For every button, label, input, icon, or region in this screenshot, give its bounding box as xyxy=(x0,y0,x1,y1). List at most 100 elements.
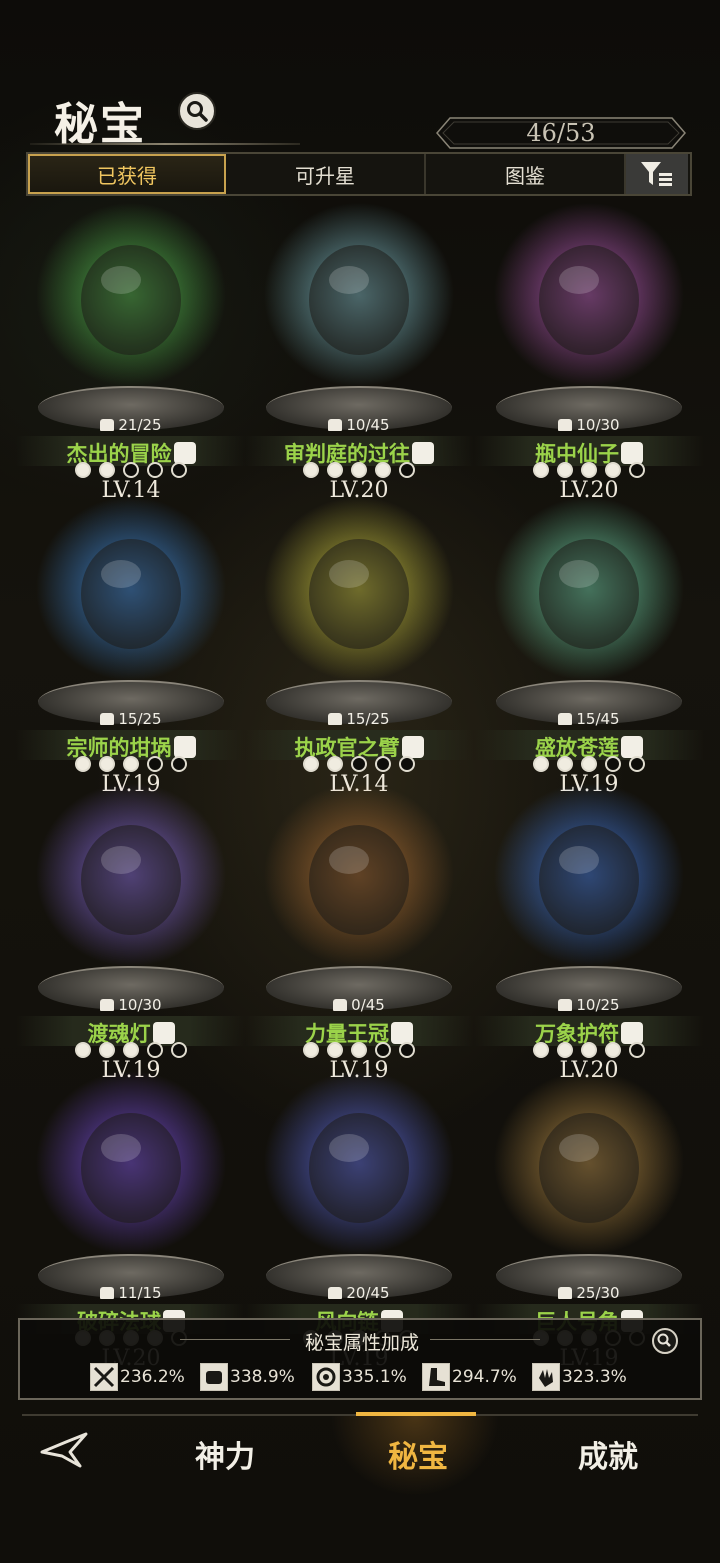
tab-codex[interactable]: 图鉴 xyxy=(426,154,626,194)
fist-icon xyxy=(200,1363,228,1391)
treasure-artwork xyxy=(254,484,464,694)
filter-icon xyxy=(641,162,672,186)
boot-hand-icon xyxy=(152,1022,175,1044)
shard-count: 10/30 xyxy=(16,996,246,1014)
treasure-artwork xyxy=(26,190,236,400)
shard-count: 11/15 xyxy=(16,1284,246,1302)
collection-count: 46/53 xyxy=(526,119,596,147)
treasure-card[interactable]: 21/25 杰出的冒险 LV.14 xyxy=(16,190,246,503)
bonus-title: 秘宝属性加成 xyxy=(304,1332,419,1354)
treasure-card[interactable]: 15/25宗师的坩埚LV.19 xyxy=(16,484,246,797)
star-filled-icon xyxy=(605,1042,621,1058)
treasure-artwork xyxy=(484,484,694,694)
stat-magic: 335.1% xyxy=(312,1362,407,1392)
nav-active-indicator xyxy=(356,1412,476,1416)
fist-swirl-icon xyxy=(173,736,196,758)
star-empty-icon xyxy=(171,1042,187,1058)
shard-count: 20/45 xyxy=(244,1284,474,1302)
fist-icon xyxy=(412,442,434,464)
star-empty-icon xyxy=(375,1042,391,1058)
bonus-detail-button[interactable] xyxy=(652,1328,678,1354)
tab-upgradable[interactable]: 可升星 xyxy=(226,154,426,194)
treasure-artwork xyxy=(254,190,464,400)
game-logo-icon[interactable] xyxy=(40,1430,90,1470)
nav-achievements[interactable]: 成就 xyxy=(578,1432,638,1476)
shard-value: 15/25 xyxy=(346,710,390,728)
stat-strength: 338.9% xyxy=(200,1362,295,1392)
star-filled-icon xyxy=(75,462,91,478)
fist-swirl-icon xyxy=(391,1022,413,1044)
shard-value: 10/45 xyxy=(346,416,390,434)
star-filled-icon xyxy=(375,462,391,478)
star-filled-icon xyxy=(351,1042,367,1058)
attribute-bonus-panel: 秘宝属性加成 236.2% 338.9% 335.1% 294.7% 323.3… xyxy=(18,1318,702,1400)
nav-divine-power[interactable]: 神力 xyxy=(195,1432,255,1476)
treasure-artwork xyxy=(484,1058,694,1268)
treasure-card[interactable]: 25/30巨人号角LV.19 xyxy=(474,1058,704,1371)
shard-value: 11/15 xyxy=(118,1284,162,1302)
star-empty-icon xyxy=(147,1042,163,1058)
star-filled-icon xyxy=(303,462,319,478)
puzzle-piece-icon xyxy=(558,713,573,725)
swords-icon xyxy=(90,1363,118,1391)
shard-value: 10/25 xyxy=(576,996,620,1014)
star-empty-icon xyxy=(629,462,645,478)
shard-count: 10/25 xyxy=(474,996,704,1014)
shard-count: 25/30 xyxy=(474,1284,704,1302)
shard-value: 15/45 xyxy=(576,710,620,728)
treasure-card[interactable]: 10/30 瓶中仙子 LV.20 xyxy=(474,190,704,503)
puzzle-piece-icon xyxy=(558,419,573,431)
filter-button[interactable] xyxy=(626,154,688,194)
shard-count: 15/25 xyxy=(244,710,474,728)
boot-icon xyxy=(173,442,196,464)
title-divider xyxy=(30,143,300,145)
stat-attack: 236.2% xyxy=(90,1362,185,1392)
star-empty-icon xyxy=(399,462,415,478)
treasure-card[interactable]: 15/45盛放苍莲LV.19 xyxy=(474,484,704,797)
treasure-card[interactable]: 15/25执政官之臂LV.14 xyxy=(244,484,474,797)
stat-value: 294.7% xyxy=(452,1367,517,1387)
boot-icon xyxy=(422,1363,450,1391)
treasure-card[interactable]: 10/45 审判庭的过往 LV.20 xyxy=(244,190,474,503)
shard-value: 0/45 xyxy=(351,996,385,1014)
shard-value: 25/30 xyxy=(576,1284,620,1302)
boot-icon xyxy=(401,736,424,758)
stat-speed: 294.7% xyxy=(422,1362,517,1392)
star-filled-icon xyxy=(303,1042,319,1058)
swirl-icon xyxy=(312,1363,340,1391)
shard-count: 0/45 xyxy=(244,996,474,1014)
swirl-boot-icon xyxy=(621,1022,643,1044)
star-empty-icon xyxy=(171,462,187,478)
star-empty-icon xyxy=(123,462,139,478)
star-filled-icon xyxy=(99,1042,115,1058)
tab-obtained[interactable]: 已获得 xyxy=(28,154,226,194)
star-filled-icon xyxy=(605,462,621,478)
treasure-card[interactable]: 10/25 万象护符 LV.20 xyxy=(474,770,704,1083)
puzzle-piece-icon xyxy=(100,713,115,725)
stat-value: 236.2% xyxy=(120,1367,185,1387)
treasure-card[interactable]: 10/30 渡魂灯 LV.19 xyxy=(16,770,246,1083)
nav-treasure[interactable]: 秘宝 xyxy=(388,1432,448,1476)
treasure-card[interactable]: 20/45风向链LV.19 xyxy=(244,1058,474,1371)
magnifier-icon xyxy=(187,101,208,122)
collection-counter: 46/53 xyxy=(436,117,686,149)
search-button[interactable] xyxy=(178,92,216,130)
shard-value: 15/25 xyxy=(118,710,162,728)
shard-count: 15/45 xyxy=(474,710,704,728)
stat-dexterity: 323.3% xyxy=(532,1362,627,1392)
puzzle-piece-icon xyxy=(100,419,115,431)
star-filled-icon xyxy=(533,462,549,478)
treasure-card[interactable]: 0/45 力量王冠 LV.19 xyxy=(244,770,474,1083)
shard-count: 10/45 xyxy=(244,416,474,434)
star-filled-icon xyxy=(75,1042,91,1058)
star-empty-icon xyxy=(399,1042,415,1058)
star-filled-icon xyxy=(557,462,573,478)
star-filled-icon xyxy=(351,462,367,478)
star-filled-icon xyxy=(99,462,115,478)
puzzle-piece-icon xyxy=(328,713,343,725)
puzzle-piece-icon xyxy=(328,1287,343,1299)
shard-count: 15/25 xyxy=(16,710,246,728)
treasure-card[interactable]: 11/15破碎法球LV.20 xyxy=(16,1058,246,1371)
stat-value: 323.3% xyxy=(562,1367,627,1387)
shard-value: 21/25 xyxy=(118,416,162,434)
